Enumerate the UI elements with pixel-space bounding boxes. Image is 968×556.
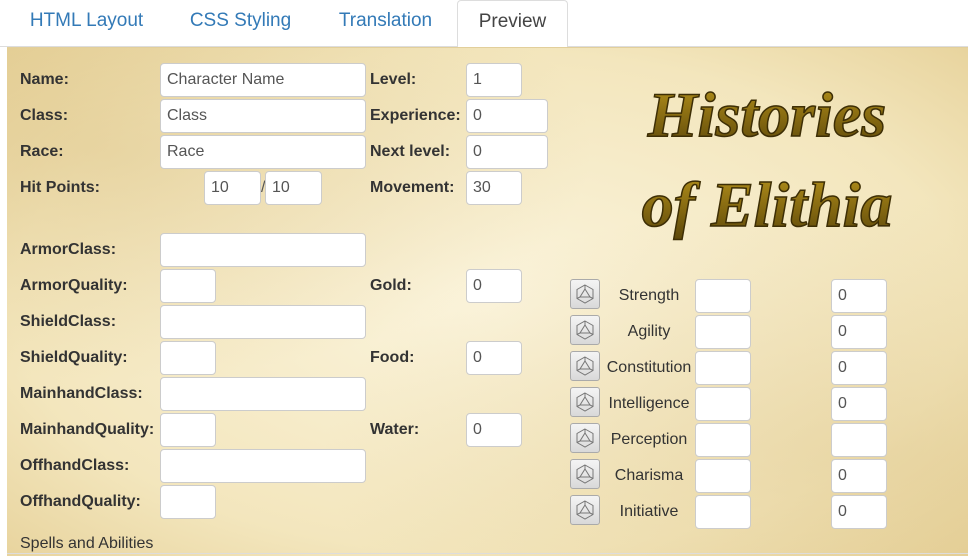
stat-base-input[interactable] [695,315,751,349]
stat-base-input[interactable] [695,351,751,385]
d20-dice-icon[interactable] [570,279,600,309]
stat-name: Charisma [614,467,684,484]
armor-quality-input[interactable] [160,269,216,303]
d20-dice-icon[interactable] [570,495,600,525]
stat-modifier-input[interactable] [831,351,887,385]
tab-preview[interactable]: Preview [457,0,568,48]
food-input[interactable] [466,341,522,375]
stat-base-input[interactable] [695,459,751,493]
gold-label: Gold: [370,277,412,294]
class-input[interactable] [160,99,366,133]
movement-label: Movement: [370,179,455,196]
stat-modifier-input[interactable] [831,459,887,493]
food-label: Food: [370,349,415,366]
gold-input[interactable] [466,269,522,303]
character-name-input[interactable] [160,63,366,97]
armor-class-input[interactable] [160,233,366,267]
stat-name: Intelligence [608,395,690,412]
tab-bar: HTML Layout CSS Styling Translation Prev… [0,0,968,48]
level-input[interactable] [466,63,522,97]
stat-name: Perception [610,431,688,448]
tab-css-styling[interactable]: CSS Styling [173,0,308,47]
class-label: Class: [20,107,69,124]
race-label: Race: [20,143,64,160]
level-label: Level: [370,71,417,88]
stat-name: Constitution [606,359,692,376]
spells-abilities-heading: Spells and Abilities [20,535,154,552]
histories-of-elithia-logo: Histories of Elithia [641,78,893,241]
offhand-class-label: OffhandClass: [20,457,130,474]
next-level-input[interactable] [466,135,548,169]
armor-class-label: ArmorClass: [20,241,117,258]
mainhand-quality-input[interactable] [160,413,216,447]
stat-base-input[interactable] [695,495,751,529]
tab-html-layout[interactable]: HTML Layout [13,0,160,47]
mainhand-class-input[interactable] [160,377,366,411]
logo-line1: Histories [647,79,886,150]
shield-quality-label: ShieldQuality: [20,349,128,366]
d20-dice-icon[interactable] [570,423,600,453]
stat-modifier-input[interactable] [831,387,887,421]
water-label: Water: [370,421,420,438]
hp-current-input[interactable] [204,171,261,205]
d20-dice-icon[interactable] [570,387,600,417]
shield-class-label: ShieldClass: [20,313,117,330]
mainhand-quality-label: MainhandQuality: [20,421,155,438]
character-sheet: Name: Class: Race: Hit Points: / ArmorCl… [7,47,968,556]
offhand-class-input[interactable] [160,449,366,483]
offhand-quality-label: OffhandQuality: [20,493,141,510]
offhand-quality-input[interactable] [160,485,216,519]
stat-base-input[interactable] [695,423,751,457]
armor-quality-label: ArmorQuality: [20,277,128,294]
stat-name: Strength [618,287,680,304]
water-input[interactable] [466,413,522,447]
shield-class-input[interactable] [160,305,366,339]
mainhand-class-label: MainhandClass: [20,385,143,402]
hp-max-input[interactable] [265,171,322,205]
stat-name: Agility [627,323,671,340]
stat-modifier-input[interactable] [831,279,887,313]
d20-dice-icon[interactable] [570,351,600,381]
stat-modifier-input[interactable] [831,315,887,349]
movement-input[interactable] [466,171,522,205]
next-level-label: Next level: [370,143,451,160]
hit-points-label: Hit Points: [20,179,100,196]
stat-name: Initiative [619,503,679,520]
shield-quality-input[interactable] [160,341,216,375]
logo-line2: of Elithia [642,169,893,240]
name-label: Name: [20,71,69,88]
stat-base-input[interactable] [695,387,751,421]
stat-modifier-input[interactable] [831,423,887,457]
d20-dice-icon[interactable] [570,459,600,489]
stat-modifier-input[interactable] [831,495,887,529]
experience-label: Experience: [370,107,461,124]
experience-input[interactable] [466,99,548,133]
tab-translation[interactable]: Translation [322,0,449,47]
race-input[interactable] [160,135,366,169]
d20-dice-icon[interactable] [570,315,600,345]
footer-divider [7,553,968,554]
stat-base-input[interactable] [695,279,751,313]
